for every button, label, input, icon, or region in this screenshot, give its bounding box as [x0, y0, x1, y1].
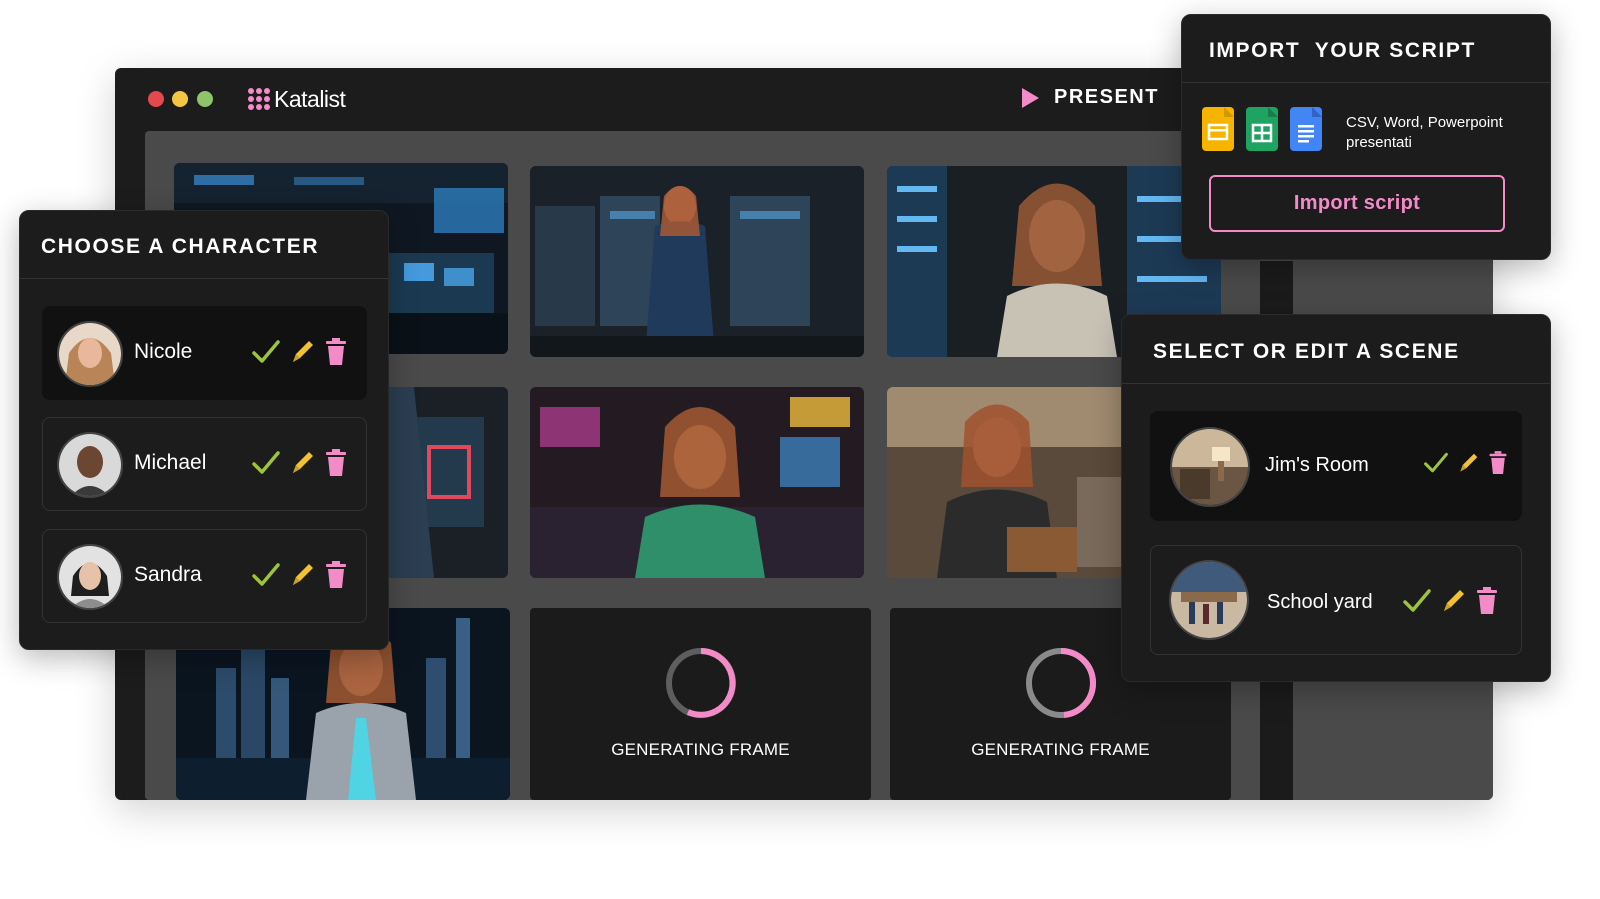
- scene-actions: [1423, 450, 1509, 481]
- import-panel-title: IMPORT YOUR SCRIPT: [1209, 39, 1476, 62]
- avatar: [57, 544, 123, 610]
- scene-panel: SELECT OR EDIT A SCENE Jim's Room School…: [1121, 314, 1551, 682]
- scene-panel-title: SELECT OR EDIT A SCENE: [1153, 340, 1460, 363]
- generating-frame: GENERATING FRAME: [530, 608, 871, 800]
- character-panel: CHOOSE A CHARACTER Nicole Michael Sandra: [19, 210, 389, 650]
- scene-item-jims-room[interactable]: Jim's Room: [1150, 411, 1522, 521]
- generating-frame-label: GENERATING FRAME: [611, 740, 790, 759]
- panel-divider: [1122, 383, 1550, 384]
- panel-divider: [20, 278, 388, 279]
- delete-trash-icon[interactable]: [323, 449, 349, 482]
- edit-pencil-icon[interactable]: [1457, 451, 1479, 480]
- import-script-button[interactable]: Import script: [1209, 175, 1505, 232]
- present-label: PRESENT: [1054, 86, 1159, 108]
- character-item-sandra[interactable]: Sandra: [42, 529, 367, 623]
- character-name: Michael: [134, 451, 207, 474]
- delete-trash-icon[interactable]: [1487, 451, 1509, 480]
- confirm-check-icon[interactable]: [251, 560, 281, 595]
- play-icon: [1022, 87, 1039, 108]
- confirm-check-icon[interactable]: [251, 448, 281, 483]
- edit-pencil-icon[interactable]: [289, 449, 315, 482]
- character-item-michael[interactable]: Michael: [42, 417, 367, 511]
- minimize-window-button[interactable]: [172, 91, 188, 107]
- confirm-check-icon[interactable]: [1402, 586, 1432, 621]
- google-docs-icon: [1290, 107, 1322, 151]
- storyboard-frame[interactable]: [530, 387, 864, 578]
- avatar: [57, 321, 123, 387]
- scene-name: Jim's Room: [1265, 454, 1369, 476]
- delete-trash-icon[interactable]: [1474, 587, 1500, 620]
- character-actions: [251, 560, 349, 595]
- loading-spinner-icon: [665, 648, 736, 718]
- maximize-window-button[interactable]: [197, 91, 213, 107]
- confirm-check-icon[interactable]: [251, 337, 281, 372]
- close-window-button[interactable]: [148, 91, 164, 107]
- loading-spinner-icon: [1025, 648, 1096, 718]
- character-panel-title: CHOOSE A CHARACTER: [41, 235, 320, 258]
- character-name: Sandra: [134, 563, 202, 586]
- edit-pencil-icon[interactable]: [1440, 587, 1466, 620]
- generating-frame-label: GENERATING FRAME: [971, 740, 1150, 759]
- scene-item-school-yard[interactable]: School yard: [1150, 545, 1522, 655]
- avatar: [57, 432, 123, 498]
- scene-actions: [1402, 586, 1500, 621]
- edit-pencil-icon[interactable]: [289, 338, 315, 371]
- scene-thumbnail: [1169, 560, 1249, 640]
- character-item-nicole[interactable]: Nicole: [42, 306, 367, 400]
- google-sheets-icon: [1246, 107, 1278, 151]
- app-name: Katalist: [274, 85, 346, 112]
- google-slides-icon: [1202, 107, 1234, 151]
- character-actions: [251, 448, 349, 483]
- character-name: Nicole: [134, 340, 193, 363]
- edit-pencil-icon[interactable]: [289, 561, 315, 594]
- confirm-check-icon[interactable]: [1423, 450, 1449, 481]
- import-formats-text: CSV, Word, Powerpoint presentati: [1346, 114, 1503, 151]
- delete-trash-icon[interactable]: [323, 561, 349, 594]
- storyboard-frame[interactable]: [530, 166, 864, 357]
- import-panel: IMPORT YOUR SCRIPT CSV, Word, Powerpoint…: [1181, 14, 1551, 260]
- scene-thumbnail: [1170, 427, 1250, 507]
- logo-dots-icon: [248, 88, 270, 110]
- scene-name: School yard: [1267, 591, 1373, 613]
- character-actions: [251, 337, 349, 372]
- panel-divider: [1182, 82, 1550, 83]
- app-logo: Katalist: [248, 83, 346, 115]
- delete-trash-icon[interactable]: [323, 338, 349, 371]
- present-button[interactable]: PRESENT: [1020, 86, 1159, 109]
